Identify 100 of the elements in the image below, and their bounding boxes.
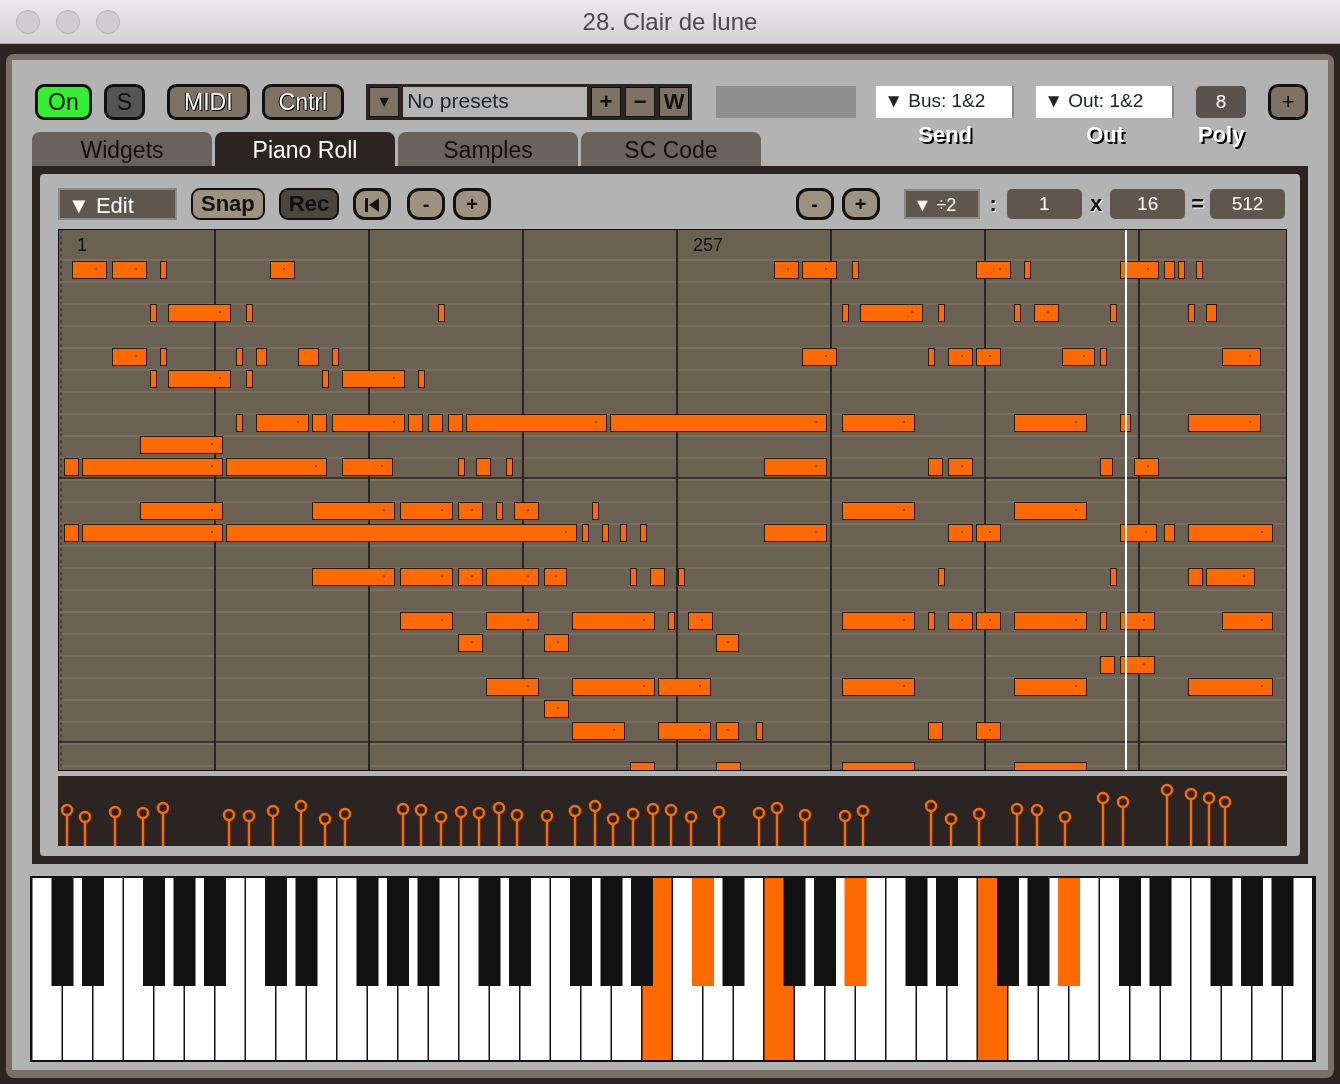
- velocity-stem[interactable]: [472, 806, 486, 846]
- note-block[interactable]: [842, 414, 915, 432]
- note-block[interactable]: [976, 261, 1011, 279]
- on-button[interactable]: On: [35, 84, 92, 120]
- note-block[interactable]: [1120, 656, 1155, 674]
- sharp-key[interactable]: [295, 878, 318, 986]
- velocity-stem[interactable]: [568, 804, 582, 846]
- velocity-stem[interactable]: [540, 809, 554, 846]
- note-block[interactable]: [764, 524, 827, 542]
- note-block[interactable]: [1196, 261, 1203, 279]
- velocity-stem[interactable]: [606, 812, 620, 846]
- note-block[interactable]: [716, 762, 741, 770]
- note-block[interactable]: [976, 348, 1001, 366]
- note-block[interactable]: [458, 568, 483, 586]
- note-block[interactable]: [1178, 261, 1185, 279]
- snap-button[interactable]: Snap: [191, 187, 265, 220]
- note-block[interactable]: [716, 634, 739, 652]
- sharp-key[interactable]: [1271, 878, 1294, 986]
- velocity-stem[interactable]: [396, 802, 410, 846]
- note-block[interactable]: [1062, 348, 1095, 366]
- note-block[interactable]: [486, 568, 539, 586]
- out-dropdown[interactable]: ▼ Out: 1&2: [1036, 86, 1175, 118]
- note-block[interactable]: [948, 524, 973, 542]
- velocity-stem[interactable]: [972, 807, 986, 846]
- note-block[interactable]: [1014, 762, 1087, 770]
- note-block[interactable]: [150, 304, 157, 322]
- note-block[interactable]: [72, 261, 107, 279]
- note-block[interactable]: [140, 436, 223, 454]
- steps-field[interactable]: 16: [1110, 188, 1186, 219]
- velocity-stem[interactable]: [1184, 787, 1198, 846]
- note-block[interactable]: [802, 348, 837, 366]
- note-block[interactable]: [168, 304, 231, 322]
- zoom-button[interactable]: +: [453, 187, 492, 220]
- note-block[interactable]: [1120, 261, 1159, 279]
- velocity-stem[interactable]: [242, 809, 256, 846]
- velocity-stem[interactable]: [318, 812, 332, 846]
- grid-zoom-button[interactable]: -: [795, 187, 834, 220]
- piano-roll-grid[interactable]: 1 257: [58, 229, 1287, 771]
- note-block[interactable]: [1188, 524, 1273, 542]
- note-block[interactable]: [678, 568, 685, 586]
- note-block[interactable]: [506, 458, 513, 476]
- mode-dropdown[interactable]: ▼ Edit: [58, 187, 177, 220]
- note-block[interactable]: [160, 348, 167, 366]
- velocity-stem[interactable]: [1010, 802, 1024, 846]
- note-block[interactable]: [756, 722, 763, 740]
- sharp-key[interactable]: [1149, 878, 1172, 986]
- note-block[interactable]: [976, 524, 1001, 542]
- note-block[interactable]: [544, 634, 569, 652]
- note-block[interactable]: [976, 722, 1001, 740]
- note-block[interactable]: [774, 261, 799, 279]
- velocity-stem[interactable]: [266, 804, 280, 846]
- total-field[interactable]: 512: [1210, 188, 1285, 219]
- note-block[interactable]: [476, 458, 491, 476]
- send-dropdown[interactable]: ▼ Bus: 1&2: [876, 86, 1015, 118]
- note-block[interactable]: [928, 612, 935, 630]
- note-block[interactable]: [572, 612, 655, 630]
- note-block[interactable]: [1100, 612, 1107, 630]
- velocity-stem[interactable]: [1218, 795, 1232, 846]
- note-block[interactable]: [842, 304, 849, 322]
- velocity-stem[interactable]: [924, 799, 938, 846]
- note-block[interactable]: [64, 524, 79, 542]
- note-block[interactable]: [486, 678, 539, 696]
- note-block[interactable]: [842, 612, 915, 630]
- velocity-stem[interactable]: [588, 799, 602, 846]
- note-block[interactable]: [592, 502, 599, 520]
- skip-to-start-button[interactable]: [353, 187, 392, 220]
- note-block[interactable]: [1120, 414, 1131, 432]
- note-block[interactable]: [668, 612, 675, 630]
- note-block[interactable]: [400, 568, 453, 586]
- note-block[interactable]: [610, 414, 827, 432]
- note-block[interactable]: [852, 261, 859, 279]
- note-block[interactable]: [82, 458, 223, 476]
- velocity-stem[interactable]: [510, 808, 524, 846]
- note-block[interactable]: [408, 414, 423, 432]
- preset-action-button[interactable]: +: [591, 87, 622, 117]
- velocity-stem[interactable]: [1096, 791, 1110, 846]
- note-block[interactable]: [226, 458, 327, 476]
- note-block[interactable]: [256, 414, 309, 432]
- tab[interactable]: Samples: [398, 132, 578, 166]
- velocity-stem[interactable]: [838, 809, 852, 846]
- note-block[interactable]: [514, 502, 539, 520]
- note-block[interactable]: [1188, 568, 1203, 586]
- note-block[interactable]: [1206, 568, 1255, 586]
- sharp-key[interactable]: [478, 878, 501, 986]
- note-block[interactable]: [168, 370, 231, 388]
- velocity-stem[interactable]: [78, 810, 92, 846]
- note-block[interactable]: [842, 502, 915, 520]
- note-block[interactable]: [630, 762, 655, 770]
- velocity-stem[interactable]: [1202, 791, 1216, 846]
- tab[interactable]: Widgets: [32, 132, 212, 166]
- note-block[interactable]: [160, 261, 167, 279]
- velocity-stem[interactable]: [338, 807, 352, 846]
- note-block[interactable]: [842, 678, 915, 696]
- note-block[interactable]: [602, 524, 609, 542]
- note-block[interactable]: [572, 722, 625, 740]
- note-block[interactable]: [1188, 414, 1261, 432]
- poly-field[interactable]: 8: [1196, 86, 1247, 118]
- note-block[interactable]: [1120, 612, 1155, 630]
- note-block[interactable]: [150, 370, 157, 388]
- note-block[interactable]: [688, 612, 713, 630]
